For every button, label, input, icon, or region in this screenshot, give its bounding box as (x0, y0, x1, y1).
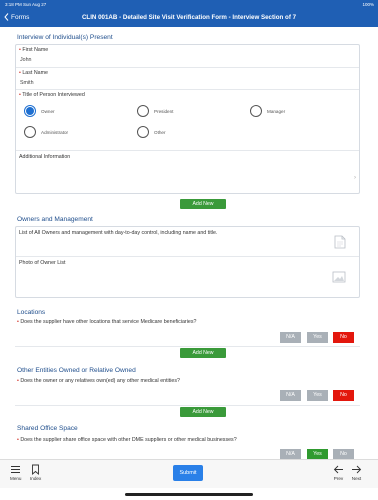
locations-na-button[interactable]: N/A (280, 332, 301, 343)
next-button[interactable]: Next (351, 464, 362, 481)
last-name-value[interactable]: Smith (20, 80, 34, 86)
radio-administrator[interactable]: Administrator (24, 126, 68, 138)
shared-office-yes-button[interactable]: Yes (307, 449, 328, 459)
add-new-locations-button[interactable]: Add New (180, 348, 226, 358)
index-label: Index (30, 476, 42, 481)
last-name-field[interactable]: • Last Name Smith (16, 68, 359, 90)
first-name-value[interactable]: John (20, 57, 32, 63)
menu-label: Menu (10, 476, 22, 481)
menu-button[interactable]: Menu (10, 464, 22, 481)
chevron-right-icon: › (354, 175, 356, 181)
page-title: CLIN 001AB - Detailed Site Visit Verific… (81, 14, 297, 21)
other-entities-na-button[interactable]: N/A (280, 390, 301, 401)
add-new-other-entities-button[interactable]: Add New (180, 407, 226, 417)
prev-button[interactable]: Prev (333, 464, 344, 481)
additional-info-field[interactable]: Additional Information › (16, 151, 359, 195)
photo-icon (332, 271, 346, 283)
radio-selected-icon (24, 105, 36, 117)
prev-label: Prev (333, 476, 344, 481)
owners-card: List of All Owners and management with d… (15, 226, 360, 298)
other-entities-question-text: • Does the owner or any relatives own(ed… (17, 378, 180, 384)
bookmark-icon (32, 464, 40, 475)
divider (15, 346, 360, 347)
first-name-field[interactable]: • First Name John (16, 45, 359, 68)
form-content[interactable]: Interview of Individual(s) Present • Fir… (0, 27, 378, 459)
shared-office-na-button[interactable]: N/A (280, 449, 301, 459)
radio-owner[interactable]: Owner (24, 105, 55, 117)
status-bar: 3:18 PM Sun Aug 27 100% (0, 0, 378, 9)
additional-info-label: Additional Information (19, 154, 71, 160)
section-title-other-entities: Other Entities Owned or Relative Owned (17, 367, 136, 374)
submit-button[interactable]: Submit (173, 465, 203, 481)
section-title-interview: Interview of Individual(s) Present (17, 34, 113, 41)
radio-unselected-icon (24, 126, 36, 138)
radio-other[interactable]: Other (137, 126, 166, 138)
add-new-interview-button[interactable]: Add New (180, 199, 226, 209)
radio-unselected-icon (137, 105, 149, 117)
shared-office-question-text: • Does the supplier share office space w… (17, 437, 237, 443)
locations-question-text: • Does the supplier have other locations… (17, 319, 197, 325)
owners-list-label: List of All Owners and management with d… (19, 230, 218, 236)
divider (15, 405, 360, 406)
interview-card: • First Name John • Last Name Smith • Ti… (15, 44, 360, 194)
radio-president[interactable]: President (137, 105, 173, 117)
menu-icon (11, 466, 21, 473)
nav-bar: Forms CLIN 001AB - Detailed Site Visit V… (0, 9, 378, 27)
locations-no-button[interactable]: No (333, 332, 354, 343)
home-indicator-bar (0, 488, 378, 500)
shared-office-question: • Does the supplier share office space w… (15, 435, 360, 459)
radio-unselected-icon (250, 105, 262, 117)
title-label: • Title of Person Interviewed (19, 92, 85, 98)
title-field: • Title of Person Interviewed Owner Pres… (16, 90, 359, 151)
bottom-toolbar: Menu Index Submit Prev Next (0, 459, 378, 488)
arrow-left-icon (333, 465, 343, 474)
home-indicator[interactable] (125, 493, 253, 496)
first-name-label: • First Name (19, 47, 49, 53)
other-entities-question: • Does the owner or any relatives own(ed… (15, 376, 360, 406)
owner-photo-field[interactable]: Photo of Owner List (16, 257, 359, 299)
radio-manager[interactable]: Manager (250, 105, 285, 117)
status-time: 3:18 PM Sun Aug 27 (5, 1, 47, 7)
other-entities-yes-button[interactable]: Yes (307, 390, 328, 401)
locations-yes-button[interactable]: Yes (307, 332, 328, 343)
owner-photo-label: Photo of Owner List (19, 260, 66, 266)
arrow-right-icon (352, 465, 362, 474)
index-button[interactable]: Index (30, 464, 41, 481)
last-name-label: • Last Name (19, 70, 48, 76)
owners-list-field[interactable]: List of All Owners and management with d… (16, 227, 359, 257)
section-title-locations: Locations (17, 309, 46, 316)
next-label: Next (351, 476, 362, 481)
radio-unselected-icon (137, 126, 149, 138)
section-title-owners: Owners and Management (17, 216, 93, 223)
battery-indicator: 100% (362, 1, 374, 7)
section-title-shared-office: Shared Office Space (17, 425, 78, 432)
other-entities-no-button[interactable]: No (333, 390, 354, 401)
shared-office-no-button[interactable]: No (333, 449, 354, 459)
locations-question: • Does the supplier have other locations… (15, 317, 360, 347)
document-icon (334, 235, 346, 249)
